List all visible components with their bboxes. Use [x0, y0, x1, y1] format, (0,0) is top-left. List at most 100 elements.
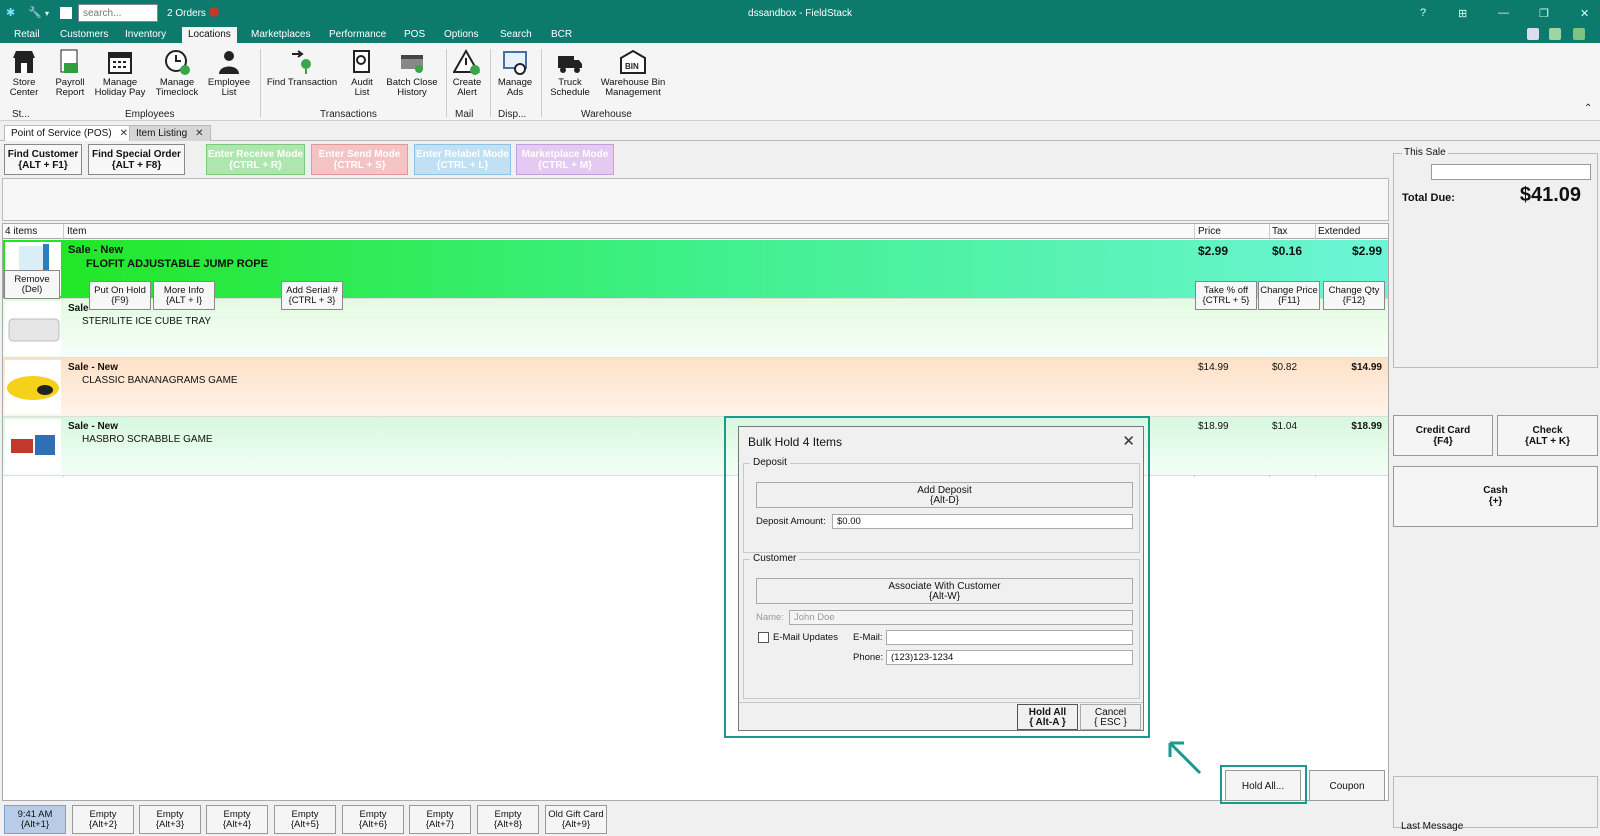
coupon-button[interactable]: Coupon	[1309, 770, 1385, 801]
warehouse-bin-icon: BIN	[620, 49, 646, 74]
row-price: $18.99	[1198, 421, 1229, 432]
restore-icon[interactable]: ❐	[1539, 7, 1549, 20]
truck-icon	[558, 56, 582, 73]
warehouse-bin-management-button[interactable]: BIN Warehouse Bin Management	[598, 48, 668, 98]
check-button[interactable]: Check {ALT + K}	[1497, 415, 1598, 456]
store-center-button[interactable]: Store Center	[6, 48, 42, 98]
associate-customer-button[interactable]: Associate With Customer {Alt-W}	[756, 578, 1133, 604]
ribbon-separator	[446, 49, 447, 117]
close-tab-icon[interactable]: ✕	[120, 128, 128, 139]
payroll-report-button[interactable]: Payroll Report	[52, 48, 88, 98]
order-slot-4[interactable]: Empty {Alt+4}	[206, 805, 268, 834]
label-line: List	[354, 87, 370, 98]
email-label: E-Mail:	[853, 632, 883, 643]
change-qty-button[interactable]: Change Qty {F12}	[1323, 281, 1385, 310]
menu-pos[interactable]: POS	[404, 29, 425, 40]
this-sale-label: This Sale	[1402, 147, 1448, 158]
order-slot-6[interactable]: Empty {Alt+6}	[342, 805, 404, 834]
order-slot-1[interactable]: 9:41 AM {Alt+1}	[4, 805, 66, 834]
row-status: Sale - New	[68, 362, 119, 373]
collapse-ribbon-icon[interactable]: ⌃	[1584, 103, 1592, 114]
menu-search[interactable]: Search	[500, 29, 532, 40]
enter-receive-mode-button[interactable]: Enter Receive Mode {CTRL + R}	[206, 144, 305, 175]
close-icon[interactable]: ✕	[1122, 432, 1135, 450]
order-slot-7[interactable]: Empty {Alt+7}	[409, 805, 471, 834]
tab-item-listing[interactable]: Item Listing ✕	[129, 125, 211, 141]
add-serial-button[interactable]: Add Serial # {CTRL + 3}	[281, 281, 343, 310]
save-icon[interactable]	[1573, 28, 1585, 40]
menu-options[interactable]: Options	[444, 29, 478, 40]
group-transactions: Transactions	[320, 109, 377, 120]
enter-relabel-mode-button[interactable]: Enter Relabel Mode {CTRL + L}	[414, 144, 511, 175]
email-field[interactable]	[886, 630, 1133, 645]
minimize-icon[interactable]: —	[1498, 7, 1509, 19]
phone-field[interactable]: (123)123-1234	[886, 650, 1133, 665]
enter-send-mode-button[interactable]: Enter Send Mode {CTRL + S}	[311, 144, 408, 175]
shortcut-label: {Alt+1}	[20, 819, 50, 830]
menu-retail[interactable]: Retail	[14, 29, 40, 40]
find-transaction-button[interactable]: Find Transaction	[265, 48, 339, 88]
label-line: Credit Card	[1415, 425, 1471, 436]
marketplace-mode-button[interactable]: Marketplace Mode {CTRL + M}	[516, 144, 614, 175]
shortcut-label: {Alt+7}	[425, 819, 455, 830]
create-alert-button[interactable]: Create Alert	[450, 48, 484, 98]
remove-item-button[interactable]: Remove (Del)	[4, 270, 60, 299]
order-slot-2[interactable]: Empty {Alt+2}	[72, 805, 134, 834]
manage-timeclock-button[interactable]: Manage Timeclock	[153, 48, 201, 98]
sale-note-field[interactable]	[1431, 164, 1591, 180]
batch-close-history-button[interactable]: Batch Close History	[384, 48, 440, 98]
last-message-label: Last Message	[1401, 821, 1464, 832]
employee-list-button[interactable]: Employee List	[206, 48, 252, 98]
order-slot-3[interactable]: Empty {Alt+3}	[139, 805, 201, 834]
dialog-title: Bulk Hold 4 Items	[748, 435, 843, 449]
menu-bcr[interactable]: BCR	[551, 29, 572, 40]
ribbon-separator	[541, 49, 542, 117]
credit-card-button[interactable]: Credit Card {F4}	[1393, 415, 1493, 456]
hold-all-highlight	[1220, 765, 1307, 804]
tab-label: Item Listing	[136, 128, 188, 139]
group-store: St...	[12, 109, 30, 120]
close-window-icon[interactable]: ✕	[1580, 7, 1589, 20]
table-row[interactable]: Sale - New HASBRO SCRABBLE GAME $18.99 $…	[3, 417, 1388, 476]
change-price-button[interactable]: Change Price {F11}	[1258, 281, 1320, 310]
shortcut-label: {Alt+6}	[358, 819, 388, 830]
menu-performance[interactable]: Performance	[329, 29, 386, 40]
grid-header: 4 items Item Price Tax Extended	[3, 224, 1388, 239]
layout-icon[interactable]: ⊞	[1458, 7, 1467, 20]
deposit-amount-input[interactable]: $0.00	[832, 514, 1133, 529]
order-slot-9[interactable]: Old Gift Card {Alt+9}	[545, 805, 607, 834]
calendar-icon	[108, 52, 132, 74]
tab-point-of-service[interactable]: Point of Service (POS) ✕	[4, 125, 135, 141]
put-on-hold-button[interactable]: Put On Hold {F9}	[89, 281, 151, 310]
find-special-order-button[interactable]: Find Special Order {ALT + F8}	[88, 144, 185, 175]
cancel-button[interactable]: Cancel{ ESC }	[1080, 704, 1141, 730]
label-line: Management	[605, 87, 661, 98]
title-bar: ✱ 🔧 ▾ 2 Orders dssandbox - FieldStack ? …	[0, 0, 1600, 26]
menu-marketplaces[interactable]: Marketplaces	[251, 29, 310, 40]
menu-customers[interactable]: Customers	[60, 29, 108, 40]
take-percent-off-button[interactable]: Take % off {CTRL + 5}	[1195, 281, 1257, 310]
pointer-arrow-icon	[1168, 741, 1202, 775]
find-customer-button[interactable]: Find Customer {ALT + F1}	[4, 144, 82, 175]
more-info-button[interactable]: More Info {ALT + I}	[153, 281, 215, 310]
hold-all-confirm-button[interactable]: Hold All{ Alt-A }	[1017, 704, 1078, 730]
add-deposit-button[interactable]: Add Deposit {Alt-D}	[756, 482, 1133, 508]
audit-list-button[interactable]: Audit List	[344, 48, 380, 98]
close-tab-icon[interactable]: ✕	[195, 128, 203, 139]
export-icon[interactable]	[1549, 28, 1561, 40]
order-slot-5[interactable]: Empty {Alt+5}	[274, 805, 336, 834]
order-slot-8[interactable]: Empty {Alt+8}	[477, 805, 539, 834]
tab-label: Point of Service (POS)	[11, 128, 112, 139]
menu-locations[interactable]: Locations	[182, 27, 237, 43]
manage-ads-button[interactable]: Manage Ads	[495, 48, 535, 98]
cash-button[interactable]: Cash {+}	[1393, 466, 1598, 527]
help-icon[interactable]: ?	[1420, 7, 1426, 19]
truck-schedule-button[interactable]: Truck Schedule	[546, 48, 594, 98]
name-field[interactable]: John Doe	[789, 610, 1133, 625]
email-updates-checkbox[interactable]	[758, 632, 769, 643]
scan-entry-area[interactable]	[2, 178, 1389, 221]
print-icon[interactable]	[1527, 28, 1539, 40]
menu-inventory[interactable]: Inventory	[125, 29, 166, 40]
table-row[interactable]: Sale - New CLASSIC BANANAGRAMS GAME $14.…	[3, 358, 1388, 417]
manage-holiday-pay-button[interactable]: Manage Holiday Pay	[93, 48, 147, 98]
